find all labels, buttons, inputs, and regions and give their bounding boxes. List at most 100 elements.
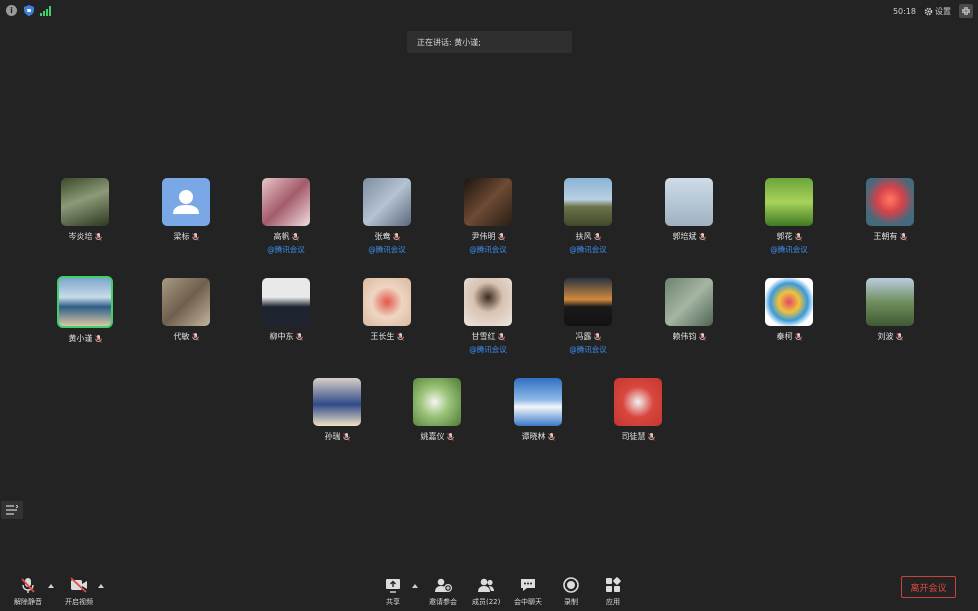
layout-toggle-button[interactable] — [1, 501, 23, 519]
participant-name-row: 柳中东 — [246, 331, 326, 342]
members-button[interactable]: 成员(22) — [472, 576, 500, 607]
info-icon[interactable]: i — [6, 5, 17, 16]
participant-name: 秦柯 — [776, 332, 793, 341]
mic-muted-icon — [342, 432, 350, 441]
invite-button[interactable]: 邀请参会 — [429, 576, 457, 607]
participant-tile[interactable]: 柳中东 — [246, 278, 326, 342]
participant-tile[interactable]: 张鸯 @腾讯会议 — [347, 178, 427, 255]
participant-tile[interactable]: 梁标 — [146, 178, 226, 242]
participant-name: 王朝有 — [873, 232, 898, 241]
status-bar: i — [6, 5, 51, 16]
participant-avatar — [464, 178, 512, 226]
settings-button[interactable]: 设置 — [924, 6, 951, 17]
participant-name: 谭晓林 — [521, 432, 546, 441]
speaking-banner: 正在讲话: 黄小谨; — [407, 31, 572, 53]
participant-name: 冯露 — [575, 332, 592, 341]
participant-tile[interactable]: 黄小谨 — [45, 276, 125, 344]
fullscreen-button[interactable] — [959, 4, 973, 18]
share-options-caret[interactable] — [412, 584, 418, 588]
mic-muted-icon — [895, 332, 903, 341]
participant-name-row: 甘雪红 — [448, 331, 528, 342]
participant-tile[interactable]: 秦柯 — [749, 278, 829, 342]
participant-name: 高帆 — [273, 232, 290, 241]
participant-source-tag: @腾讯会议 — [469, 245, 507, 254]
participant-name: 代敏 — [173, 332, 190, 341]
participant-name-row: 高帆 — [246, 231, 326, 242]
apps-button[interactable]: 应用 — [604, 576, 622, 607]
participant-source-tag: @腾讯会议 — [569, 245, 607, 254]
participant-avatar — [162, 178, 210, 226]
participant-source-tag: @腾讯会议 — [770, 245, 808, 254]
participant-avatar — [765, 178, 813, 226]
participant-tile[interactable]: 王朝有 — [850, 178, 930, 242]
mic-muted-icon — [295, 332, 303, 341]
invite-label: 邀请参会 — [429, 598, 457, 606]
participant-name: 岑炎培 — [68, 232, 93, 241]
start-video-button[interactable]: 开启视频 — [65, 576, 93, 607]
mic-muted-icon — [291, 232, 299, 241]
record-button[interactable]: 录制 — [562, 576, 580, 607]
participant-name-row: 赖伟钧 — [649, 331, 729, 342]
participant-tile[interactable]: 扶风 @腾讯会议 — [548, 178, 628, 255]
mic-muted-icon — [392, 232, 400, 241]
participant-tile[interactable]: 高帆 @腾讯会议 — [246, 178, 326, 255]
participant-tile[interactable]: 冯露 @腾讯会议 — [548, 278, 628, 355]
audio-options-caret[interactable] — [48, 584, 54, 588]
top-right-bar: 50:18 设置 — [893, 4, 973, 18]
participant-tile[interactable]: 王长生 — [347, 278, 427, 342]
participant-avatar — [57, 276, 113, 328]
apps-grid-icon — [606, 577, 621, 592]
mic-muted-icon — [94, 232, 102, 241]
participant-name-row: 张鸯 — [347, 231, 427, 242]
video-options-caret[interactable] — [98, 584, 104, 588]
chat-label: 会中聊天 — [514, 598, 542, 606]
participant-avatar — [413, 378, 461, 426]
participant-avatar — [313, 378, 361, 426]
participant-tile[interactable]: 谭晓林 — [498, 378, 578, 442]
participant-name: 孙瑞 — [324, 432, 341, 441]
participant-tile[interactable]: 刘波 — [850, 278, 930, 342]
participant-source-tag: @腾讯会议 — [469, 345, 507, 354]
members-label: 成员(22) — [472, 598, 501, 606]
participant-tile[interactable]: 司徒慧 — [598, 378, 678, 442]
participant-avatar — [665, 278, 713, 326]
participant-name-row: 冯露 — [548, 331, 628, 342]
participant-tile[interactable]: 岑炎培 — [45, 178, 125, 242]
share-button[interactable]: 共享 — [384, 576, 402, 607]
mic-muted-icon — [647, 432, 655, 441]
participant-tile[interactable]: 姚嘉仪 — [397, 378, 477, 442]
meeting-timer: 50:18 — [892, 6, 916, 16]
participant-avatar — [765, 278, 813, 326]
participant-tile[interactable]: 孙瑞 — [297, 378, 377, 442]
participant-name-row: 姚嘉仪 — [397, 431, 477, 442]
mic-muted-icon — [446, 432, 454, 441]
mic-muted-icon — [593, 232, 601, 241]
participant-tile[interactable]: 甘雪红 @腾讯会议 — [448, 278, 528, 355]
participant-tile[interactable]: 郭花 @腾讯会议 — [749, 178, 829, 255]
chat-button[interactable]: 会中聊天 — [514, 576, 542, 607]
collapse-icon — [962, 7, 970, 15]
list-icon — [6, 505, 18, 515]
mic-muted-icon — [191, 232, 199, 241]
participant-tile[interactable]: 郭培斌 — [649, 178, 729, 242]
mic-muted-icon — [698, 332, 706, 341]
participant-source-tag: @腾讯会议 — [368, 245, 406, 254]
participant-name-row: 郭培斌 — [649, 231, 729, 242]
participant-tile[interactable]: 尹伟明 @腾讯会议 — [448, 178, 528, 255]
participant-tile[interactable]: 代敏 — [146, 278, 226, 342]
leave-meeting-button[interactable]: 离开会议 — [901, 576, 956, 598]
shield-icon[interactable] — [23, 5, 34, 16]
default-avatar-icon — [173, 190, 199, 214]
participant-tile[interactable]: 赖伟钧 — [649, 278, 729, 342]
users-icon — [478, 578, 495, 592]
participant-name: 郭培斌 — [672, 232, 697, 241]
unmute-button[interactable]: 解除静音 — [14, 576, 42, 607]
mic-muted-icon — [593, 332, 601, 341]
share-screen-icon — [386, 579, 400, 593]
participant-avatar — [262, 178, 310, 226]
chat-icon — [521, 579, 535, 591]
participant-avatar — [464, 278, 512, 326]
participant-name: 扶风 — [575, 232, 592, 241]
mic-muted-icon — [396, 332, 404, 341]
participant-name: 刘波 — [877, 332, 894, 341]
